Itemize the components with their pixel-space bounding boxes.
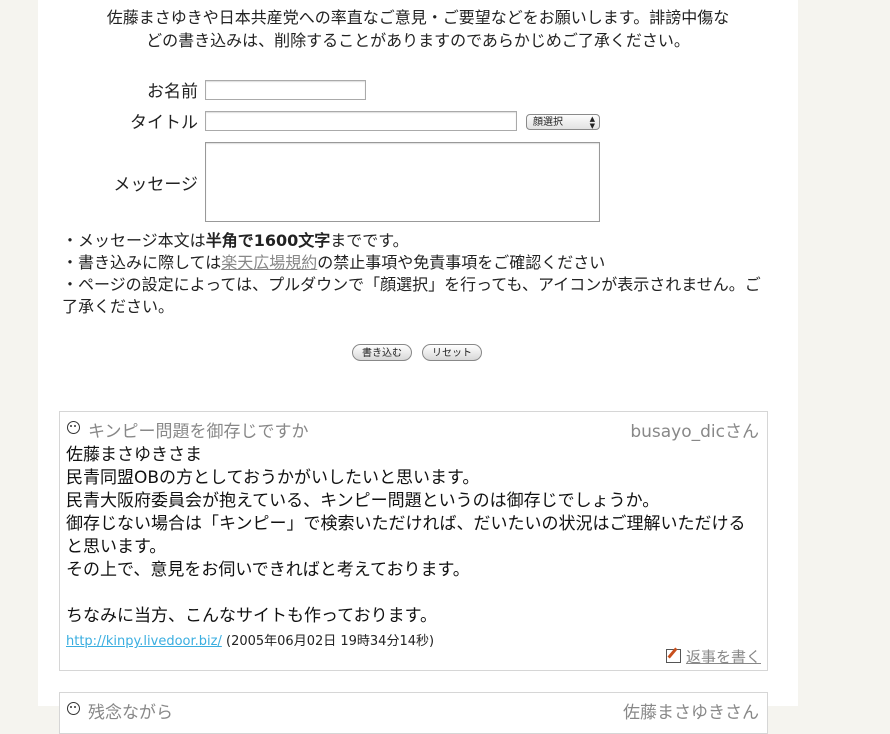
- post-line: ちなみに当方、こんなサイトも作っております。: [66, 606, 437, 626]
- post-author: busayo_dicさん: [630, 422, 759, 442]
- post-line: その上で、意見をお伺いできればと考えております。: [66, 560, 470, 580]
- comment-post: キンピー問題を御存じですか busayo_dicさん 佐藤まさゆきさま 民青同盟…: [59, 411, 768, 671]
- face-select[interactable]: 顔選択 ▲ ▼: [526, 114, 600, 130]
- post-footer: http://kinpy.livedoor.biz/ (2005年06月02日 …: [60, 628, 767, 651]
- post-author: 佐藤まさゆきさん: [623, 703, 759, 723]
- note-2: ・書き込みに際しては楽天広場規約の禁止事項や免責事項をご確認ください: [62, 252, 772, 274]
- post-line: 民青同盟OBの方としておうかがいしたいと思います。: [66, 468, 480, 488]
- reply-link[interactable]: 返事を書く: [686, 648, 761, 666]
- note-1-post: までです。: [330, 231, 409, 250]
- post-line: 民青大阪府委員会が抱えている、キンピー問題というのは御存じでしょうか。: [66, 491, 660, 511]
- post-timestamp: (2005年06月02日 19時34分14秒): [226, 634, 435, 649]
- intro-line-2: どの書き込みは、削除することがありますのであらかじめご了承ください。: [146, 31, 690, 50]
- post-title: 残念ながら: [88, 703, 173, 723]
- reset-button[interactable]: リセット: [422, 344, 482, 361]
- note-2-post: の禁止事項や免責事項をご確認ください: [317, 253, 606, 272]
- face-icon: [67, 421, 80, 434]
- intro-text: 佐藤まさゆきや日本共産党への率直なご意見・ご要望などをお願いします。誹謗中傷な …: [42, 6, 794, 52]
- note-1: ・メッセージ本文は半角で1600文字までです。: [62, 230, 772, 252]
- note-1-pre: ・メッセージ本文は: [62, 231, 206, 250]
- post-header: キンピー問題を御存じですか busayo_dicさん: [60, 412, 767, 442]
- post-line: 佐藤まさゆきさま: [66, 445, 202, 465]
- intro-line-1: 佐藤まさゆきや日本共産党への率直なご意見・ご要望などをお願いします。誹謗中傷な: [106, 8, 730, 27]
- face-icon: [67, 702, 80, 715]
- message-label: メッセージ: [113, 175, 198, 195]
- edit-pencil-icon: [665, 649, 681, 663]
- name-label: お名前: [147, 82, 198, 102]
- face-select-value: 顔選択: [533, 117, 563, 128]
- name-input[interactable]: [205, 80, 366, 100]
- post-link[interactable]: http://kinpy.livedoor.biz/: [66, 634, 222, 649]
- page-content: 佐藤まさゆきや日本共産党への率直なご意見・ご要望などをお願いします。誹謗中傷な …: [38, 0, 798, 734]
- title-label: タイトル: [130, 113, 198, 133]
- note-3: ・ページの設定によっては、プルダウンで「顔選択」を行っても、アイコンが表示されま…: [62, 275, 761, 316]
- comment-post: 残念ながら 佐藤まさゆきさん: [59, 692, 768, 734]
- reply-action[interactable]: 返事を書く: [665, 646, 761, 667]
- post-header: 残念ながら 佐藤まさゆきさん: [60, 693, 767, 723]
- note-1-bold: 半角で1600文字: [205, 231, 331, 250]
- terms-link[interactable]: 楽天広場規約: [221, 253, 317, 272]
- select-arrows-icon: ▲ ▼: [589, 115, 595, 130]
- post-line: [66, 582, 761, 605]
- submit-button[interactable]: 書き込む: [352, 344, 412, 361]
- form-notes: ・メッセージ本文は半角で1600文字までです。 ・書き込みに際しては楽天広場規約…: [62, 230, 772, 318]
- post-line: 御存じない場合は「キンピー」で検索いただければ、だいたいの状況はご理解いただける…: [66, 514, 746, 557]
- title-input[interactable]: [205, 111, 517, 131]
- post-title: キンピー問題を御存じですか: [88, 422, 309, 442]
- post-body: 佐藤まさゆきさま 民青同盟OBの方としておうかがいしたいと思います。 民青大阪府…: [60, 442, 767, 628]
- note-2-pre: ・書き込みに際しては: [62, 253, 222, 272]
- message-textarea[interactable]: [205, 142, 600, 222]
